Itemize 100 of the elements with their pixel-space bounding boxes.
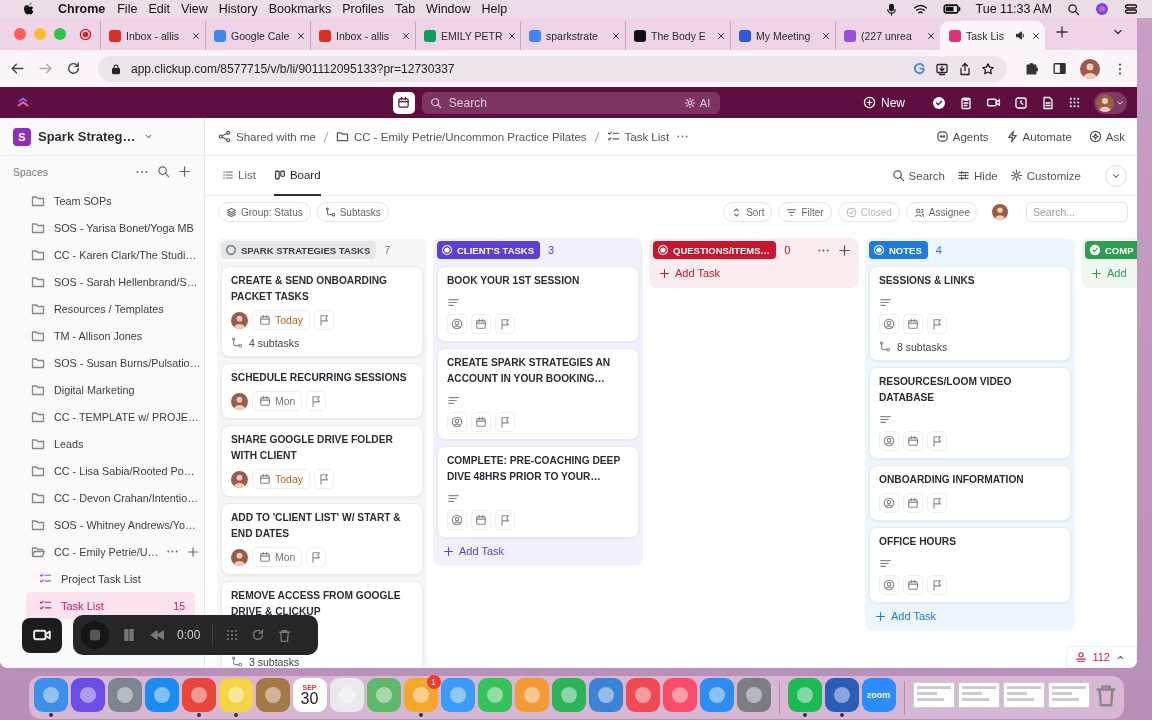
search-field[interactable]: Search: [421, 91, 680, 114]
search-icon[interactable]: [1067, 2, 1080, 16]
task-card[interactable]: OFFICE HOURS: [869, 527, 1071, 603]
menu-item[interactable]: View: [180, 2, 208, 16]
assignee-button[interactable]: [879, 314, 899, 334]
trash-icon[interactable]: [277, 627, 293, 643]
avatar-icon[interactable]: [992, 204, 1008, 220]
due-date-button[interactable]: Today: [252, 310, 311, 330]
sidebar-item[interactable]: SOS - Sarah Hellenbrand/S…: [0, 268, 198, 295]
app-icon[interactable]: [70, 678, 105, 712]
priority-button[interactable]: [495, 412, 515, 432]
avatar-icon[interactable]: [231, 548, 248, 566]
app-menu[interactable]: Chrome: [58, 2, 106, 16]
due-date-button[interactable]: [471, 314, 491, 334]
search-field[interactable]: Search...: [1026, 202, 1128, 222]
assignee-button[interactable]: [447, 412, 467, 432]
apps-grid-icon[interactable]: [1068, 96, 1081, 109]
search-engine-icon[interactable]: [913, 62, 926, 75]
reload-icon[interactable]: [66, 61, 81, 76]
avatar-icon[interactable]: [231, 470, 248, 488]
sidebar-item[interactable]: TM - Allison Jones: [0, 322, 198, 349]
menu-item[interactable]: Edit: [148, 2, 170, 16]
pause-icon[interactable]: [121, 627, 137, 643]
status-pill[interactable]: QUESTIONS/ITEMS…: [653, 241, 777, 259]
close-window-button[interactable]: [14, 28, 26, 40]
header-action[interactable]: Automate: [1005, 130, 1072, 143]
restart-icon[interactable]: [251, 628, 266, 642]
close-tab-icon[interactable]: [1031, 30, 1041, 41]
app-icon[interactable]: [736, 678, 771, 712]
sidebar-item[interactable]: CC - Lisa Sabia/Rooted Po…: [0, 457, 198, 484]
menu-item[interactable]: File: [117, 2, 138, 16]
breadcrumb-link[interactable]: CC - Emily Petrie/Uncommon Practice Pilates: [335, 130, 587, 143]
add-task-button[interactable]: Add Task: [869, 603, 941, 625]
extensions-icon[interactable]: [1024, 61, 1039, 76]
menu-item[interactable]: Help: [481, 2, 508, 16]
subtasks-button[interactable]: 4 subtasks: [231, 337, 300, 349]
app-icon[interactable]: [625, 678, 660, 712]
app-icon[interactable]: [699, 678, 734, 712]
workspace-name[interactable]: Spark Strateg…: [38, 129, 136, 144]
window-thumbnail[interactable]: [957, 682, 1000, 708]
app-icon[interactable]: [403, 678, 438, 712]
due-date-button[interactable]: [471, 510, 491, 530]
close-tab-icon[interactable]: [821, 30, 831, 41]
ai-button[interactable]: AI: [679, 91, 721, 114]
header-action[interactable]: Agents: [935, 130, 989, 143]
sidebar-item[interactable]: Team SOPs: [0, 187, 198, 214]
grid-icon[interactable]: [225, 628, 240, 642]
new-button[interactable]: New: [863, 95, 905, 110]
due-date-button[interactable]: [903, 431, 923, 451]
sidebar-item[interactable]: SOS - Susan Burns/Pulsatio…: [0, 349, 201, 376]
sidebar-item[interactable]: SOS - Whitney Andrews/Yo…: [0, 511, 198, 538]
status-pill[interactable]: CLIENT'S TASKS: [437, 241, 541, 259]
breadcrumb-link[interactable]: Shared with me: [218, 130, 316, 143]
add-task-button[interactable]: Add Task: [653, 260, 725, 282]
add-icon[interactable]: [187, 545, 200, 558]
back-icon[interactable]: [10, 61, 25, 76]
profile-button[interactable]: [1094, 91, 1127, 114]
sidebar-item[interactable]: Resources / Templates: [0, 295, 198, 322]
header-action[interactable]: Ask: [1088, 130, 1125, 143]
app-icon[interactable]: [33, 678, 68, 712]
task-card[interactable]: SCHEDULE RECURRING SESSIONS Mon: [221, 363, 423, 419]
clipboard-icon[interactable]: [959, 95, 973, 110]
due-date-button[interactable]: [903, 575, 923, 595]
add-icon[interactable]: [838, 243, 851, 257]
add-icon[interactable]: [178, 165, 191, 178]
priority-button[interactable]: [927, 493, 947, 513]
add-task-button[interactable]: Add Task: [437, 538, 509, 560]
app-icon[interactable]: [255, 678, 290, 712]
priority-button[interactable]: [495, 314, 515, 334]
status-pill[interactable]: SPARK STRATEGIES TASKS: [221, 241, 377, 259]
app-icon[interactable]: [824, 678, 859, 712]
menu-item[interactable]: History: [218, 2, 258, 16]
new-tab-icon[interactable]: [1055, 25, 1069, 39]
close-tab-icon[interactable]: [716, 30, 726, 41]
due-date-button[interactable]: Mon: [252, 391, 303, 411]
menu-item[interactable]: Tab: [394, 2, 416, 16]
priority-button[interactable]: [306, 391, 327, 411]
app-icon[interactable]: [144, 678, 179, 712]
side-panel-icon[interactable]: [1052, 61, 1067, 76]
assignee-button[interactable]: [879, 493, 899, 513]
due-date-button[interactable]: [903, 314, 923, 334]
priority-button[interactable]: [927, 314, 947, 334]
priority-button[interactable]: [314, 469, 335, 489]
due-date-button[interactable]: [903, 493, 923, 513]
install-icon[interactable]: [935, 61, 949, 76]
task-card[interactable]: SHARE GOOGLE DRIVE FOLDER WITH CLIENT Today: [221, 425, 423, 497]
sidebar-item[interactable]: Leads: [0, 430, 198, 457]
sidebar-item[interactable]: Digital Marketing: [0, 376, 198, 403]
sidebar-item[interactable]: CC - Devon Crahan/Intentio…: [0, 484, 199, 511]
menu-item[interactable]: Bookmarks: [268, 2, 332, 16]
window-thumbnail[interactable]: [1047, 682, 1090, 708]
breadcrumb-link[interactable]: Task List: [606, 130, 670, 143]
document-icon[interactable]: [1041, 95, 1055, 110]
window-thumbnail[interactable]: [1002, 682, 1045, 708]
check-circle-icon[interactable]: [932, 95, 946, 110]
avatar-icon[interactable]: [231, 392, 248, 410]
close-tab-icon[interactable]: [296, 30, 306, 41]
view-action[interactable]: Hide: [957, 169, 998, 182]
status-pill[interactable]: NOTES: [869, 241, 928, 259]
priority-button[interactable]: [927, 431, 947, 451]
